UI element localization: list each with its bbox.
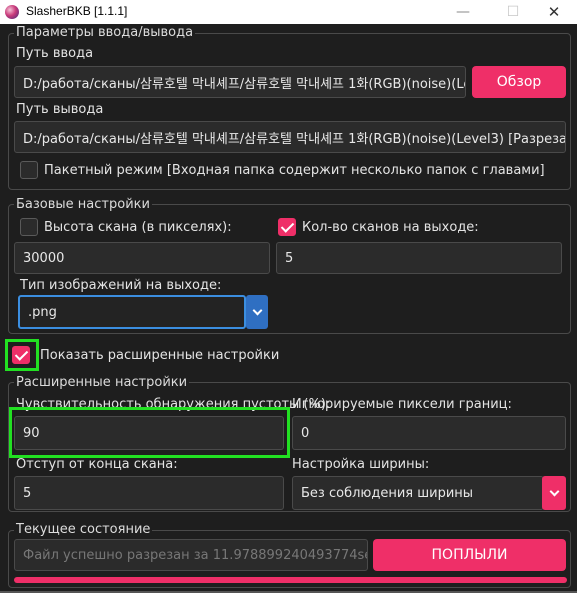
start-button[interactable]: ПОПЛЫЛИ bbox=[373, 539, 566, 571]
height-checkbox[interactable] bbox=[20, 218, 38, 236]
chevron-down-icon bbox=[549, 486, 559, 496]
ignore-pixels-label: Игнорируемые пиксели границ: bbox=[292, 397, 512, 412]
image-type-select[interactable]: .png bbox=[18, 295, 246, 329]
height-input[interactable]: 30000 bbox=[14, 242, 270, 274]
window-title: SlasherBKB [1.1.1] bbox=[26, 4, 128, 18]
status-field: Файл успешно разрезан за 11.978899240493… bbox=[14, 539, 368, 571]
ignore-pixels-input[interactable]: 0 bbox=[292, 416, 566, 450]
close-button[interactable]: ✕ bbox=[531, 0, 577, 24]
chevron-down-icon bbox=[252, 305, 262, 315]
count-checkbox[interactable] bbox=[278, 218, 296, 236]
count-input[interactable]: 5 bbox=[276, 242, 562, 274]
maximize-button[interactable]: ☐ bbox=[490, 0, 536, 24]
batch-mode-checkbox[interactable] bbox=[20, 161, 38, 179]
progress-bar bbox=[14, 577, 567, 583]
sensitivity-highlight-frame bbox=[9, 407, 290, 458]
app-logo-icon bbox=[5, 5, 19, 19]
minimize-button[interactable]: — bbox=[440, 0, 486, 24]
offset-input[interactable]: 5 bbox=[14, 476, 284, 510]
input-path-label: Путь ввода bbox=[16, 46, 94, 61]
width-setting-dropdown-button[interactable] bbox=[542, 476, 566, 510]
input-path-field[interactable]: D:/работа/сканы/삼류호텔 막내셰프/삼류호텔 막내셰프 1화(R… bbox=[14, 66, 466, 98]
count-label: Кол-во сканов на выходе: bbox=[302, 220, 479, 235]
offset-label: Отступ от конца скана: bbox=[16, 457, 178, 472]
output-path-label: Путь вывода bbox=[16, 102, 104, 117]
basic-group-title: Базовые настройки bbox=[14, 197, 152, 212]
type-label: Тип изображений на выходе: bbox=[20, 278, 222, 293]
status-group-title: Текущее состояние bbox=[14, 522, 153, 537]
io-group-title: Параметры ввода/вывода bbox=[14, 25, 196, 40]
browse-button[interactable]: Обзор bbox=[472, 66, 566, 98]
width-setting-label: Настройка ширины: bbox=[292, 457, 430, 472]
checkbox-highlight-frame bbox=[5, 339, 39, 371]
show-advanced-label: Показать расширенные настройки bbox=[40, 348, 280, 363]
width-setting-select[interactable]: Без соблюдения ширины bbox=[292, 476, 544, 510]
image-type-dropdown-button[interactable] bbox=[246, 295, 268, 329]
output-path-field[interactable]: D:/работа/сканы/삼류호텔 막내셰프/삼류호텔 막내셰프 1화(R… bbox=[14, 121, 566, 153]
batch-mode-label: Пакетный режим [Входная папка содержит н… bbox=[44, 163, 545, 178]
title-bar: SlasherBKB [1.1.1] — ☐ ✕ bbox=[0, 0, 577, 24]
advanced-group-title: Расширенные настройки bbox=[14, 375, 190, 390]
height-label: Высота скана (в пикселях): bbox=[44, 220, 232, 235]
